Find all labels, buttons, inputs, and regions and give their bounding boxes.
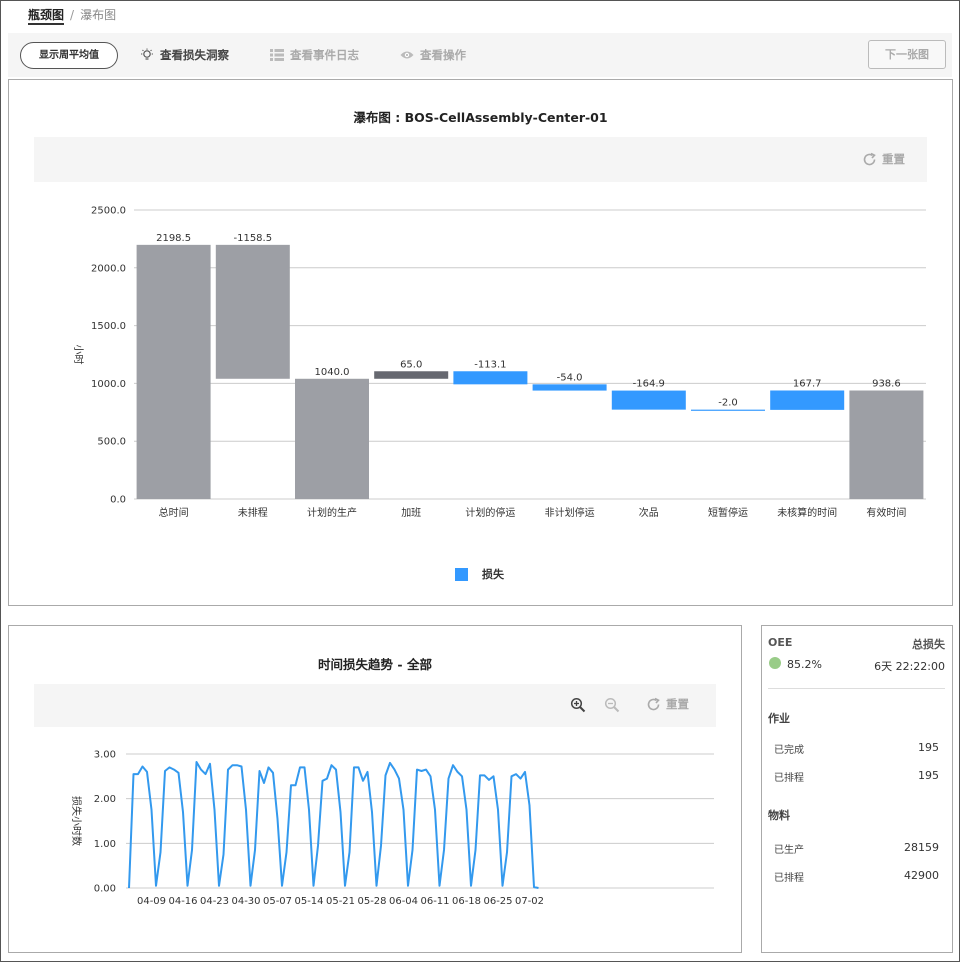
y-tick-label: 2500.0 <box>91 206 126 217</box>
material-produced-label: 已生产 <box>774 845 804 856</box>
x-tick-label: 加班 <box>401 507 421 519</box>
data-label: -1158.5 <box>233 233 272 244</box>
x-tick-label: 07-02 <box>515 896 544 907</box>
x-tick-label: 05-21 <box>326 896 355 907</box>
y-axis-label: 损失小时数 <box>70 796 83 846</box>
x-tick-label: 06-04 <box>389 896 418 907</box>
x-tick-label: 06-25 <box>483 896 512 907</box>
x-tick-label: 非计划停运 <box>545 506 595 519</box>
x-tick-label: 06-18 <box>452 896 481 907</box>
waterfall-bar <box>849 390 924 499</box>
material-scheduled-value: 42900 <box>904 869 939 882</box>
y-tick-label: 2000.0 <box>91 263 126 274</box>
x-tick-label: 计划的生产 <box>307 506 357 519</box>
x-tick-label: 04-30 <box>231 896 260 907</box>
x-tick-label: 计划的停运 <box>465 506 515 519</box>
waterfall-bar <box>374 371 449 379</box>
waterfall-bar <box>691 409 765 411</box>
data-label: -2.0 <box>718 398 738 409</box>
y-tick-label: 2.00 <box>94 794 116 805</box>
y-tick-label: 500.0 <box>97 437 126 448</box>
data-label: 65.0 <box>400 359 422 370</box>
data-label: 167.7 <box>793 378 822 389</box>
data-label: 2198.5 <box>156 233 191 244</box>
x-tick-label: 05-14 <box>294 896 323 907</box>
y-tick-label: 1.00 <box>94 839 116 850</box>
x-tick-label: 04-09 <box>137 896 166 907</box>
material-section-label: 物料 <box>768 809 790 822</box>
oee-value: 85.2% <box>787 658 822 671</box>
x-tick-label: 未排程 <box>238 506 268 519</box>
total-loss-value: 6天 22:22:00 <box>874 660 945 673</box>
ops-scheduled-value: 195 <box>918 769 939 782</box>
material-produced-value: 28159 <box>904 841 939 854</box>
x-tick-label: 总时间 <box>159 506 189 519</box>
y-tick-label: 1000.0 <box>91 379 126 390</box>
waterfall-bar <box>532 384 607 391</box>
x-tick-label: 04-23 <box>200 896 229 907</box>
ops-scheduled-label: 已排程 <box>774 773 804 784</box>
oee-status-dot <box>769 657 781 669</box>
waterfall-bar <box>770 390 845 410</box>
x-tick-label: 06-11 <box>420 896 449 907</box>
summary-panel: OEE 总损失 85.2% 6天 22:22:00 作业 已完成 195 已排程… <box>761 625 953 953</box>
trend-chart: 0.00 1.00 2.00 3.00 损失小时数 04-09 04-16 04-23 04-3… <box>70 750 714 907</box>
x-tick-label: 04-16 <box>168 896 197 907</box>
data-label: 938.6 <box>872 378 901 389</box>
trend-line <box>128 761 539 889</box>
total-loss-label: 总损失 <box>912 638 945 651</box>
y-tick-label: 3.00 <box>94 750 116 761</box>
y-axis-label: 小时 <box>72 345 84 365</box>
material-scheduled-label: 已排程 <box>774 873 804 884</box>
ops-completed-label: 已完成 <box>774 745 804 756</box>
y-tick-label: 1500.0 <box>91 321 126 332</box>
waterfall-bar <box>215 244 290 379</box>
oee-label: OEE <box>768 636 793 649</box>
y-tick-label: 0.0 <box>110 495 126 506</box>
data-label: -164.9 <box>633 379 665 390</box>
x-tick-label: 次品 <box>639 506 659 519</box>
summary-divider <box>768 688 945 689</box>
x-tick-label: 05-07 <box>263 896 292 907</box>
waterfall-bar <box>611 390 686 410</box>
x-tick-label: 未核算的时间 <box>777 506 837 519</box>
waterfall-bar <box>295 378 369 499</box>
data-label: -54.0 <box>557 372 583 383</box>
x-tick-label: 有效时间 <box>866 506 906 519</box>
waterfall-chart: 0.0 500.0 1000.0 1500.0 2000.0 2500.0 小时 2198.5… <box>72 206 926 519</box>
ops-completed-value: 195 <box>918 741 939 754</box>
y-tick-label: 0.00 <box>94 884 116 895</box>
x-tick-label: 短暂停运 <box>708 506 748 519</box>
data-label: -113.1 <box>474 359 506 370</box>
waterfall-bar <box>453 371 528 385</box>
waterfall-bar <box>136 244 211 499</box>
x-tick-label: 05-28 <box>357 896 386 907</box>
data-label: 1040.0 <box>315 367 350 378</box>
operations-section-label: 作业 <box>768 712 790 725</box>
